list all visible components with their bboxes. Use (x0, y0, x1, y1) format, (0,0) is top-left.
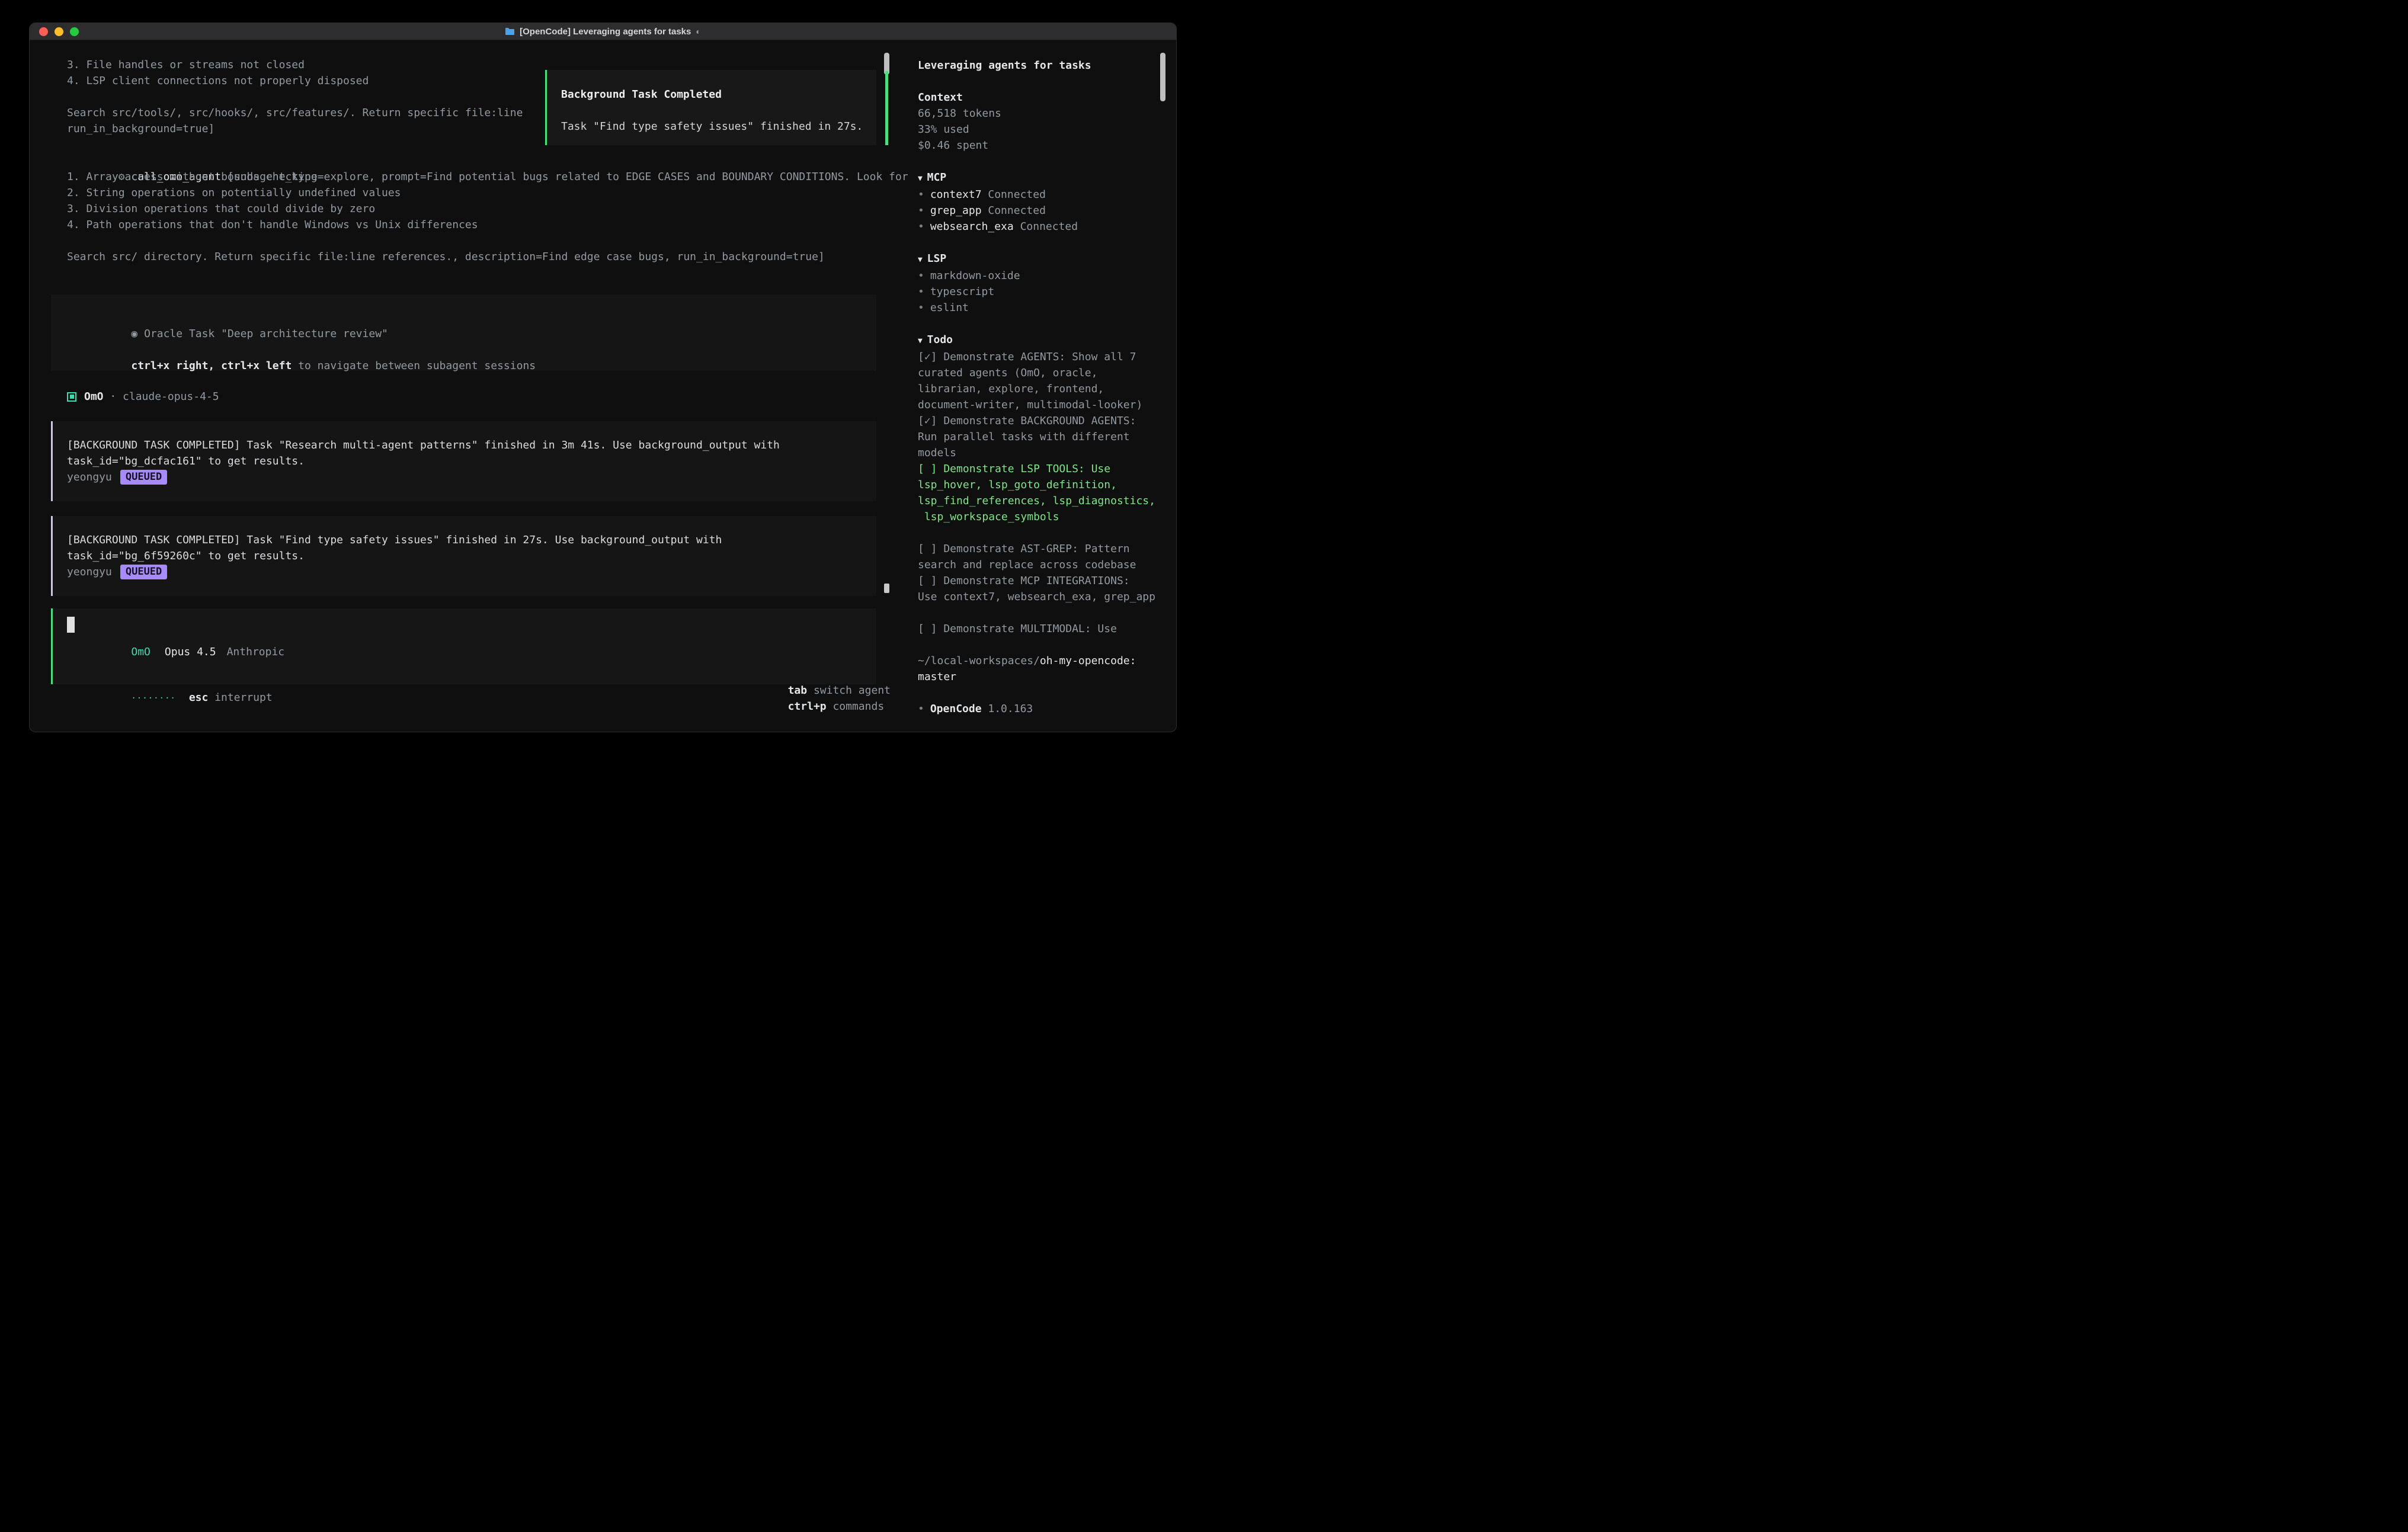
status-bar: ········esc interrupt tab switch agent c… (67, 690, 891, 706)
lsp-item: •markdown-oxide (918, 268, 1160, 284)
mcp-section-heading[interactable]: ▼ MCP (918, 169, 1160, 187)
terminal-line: 2. String operations on potentially unde… (67, 185, 907, 201)
status-badge: QUEUED (120, 565, 167, 579)
tool-call-args: [subagent_type=explore, prompt=Find pote… (221, 171, 908, 183)
terminal-line: 3. Division operations that could divide… (67, 201, 907, 217)
toast-body: Task "Find type safety issues" finished … (561, 118, 861, 134)
oracle-task-panel[interactable]: ◉ Oracle Task "Deep architecture review"… (51, 294, 876, 371)
todo-item: [✓] Demonstrate AGENTS: Show all 7 curat… (918, 349, 1160, 413)
tab-key-hint: tab (788, 684, 808, 697)
mcp-item: •grep_app Connected (918, 203, 1160, 219)
oracle-task-title: Oracle Task "Deep architecture review" (144, 328, 388, 340)
background-task-message: [BACKGROUND TASK COMPLETED] Task "Resear… (51, 421, 876, 501)
commands-key-label: commands (827, 700, 885, 713)
minimize-button[interactable] (55, 27, 63, 36)
chevron-down-icon: ▼ (918, 174, 927, 183)
session-sidebar: Leveraging agents for tasks Context 66,5… (907, 40, 1176, 731)
terminal-main-pane: 3. File handles or streams not closed 4.… (30, 40, 907, 731)
sidebar-scrollbar-thumb[interactable] (1160, 53, 1165, 101)
lsp-section-heading[interactable]: ▼ LSP (918, 251, 1160, 268)
main-scrollbar-highlight (885, 71, 888, 145)
lsp-item: •typescript (918, 284, 1160, 300)
message-line: task_id="bg_6f59260c" to get results. (67, 548, 876, 564)
context-spent: $0.46 spent (918, 137, 1160, 153)
context-heading: Context (918, 89, 1160, 105)
prompt-input[interactable]: OmO Opus 4.5 Anthropic (51, 608, 876, 684)
message-line: task_id="bg_dcfac161" to get results. (67, 453, 876, 469)
esc-key-label: interrupt (208, 691, 272, 704)
commands-key-hint: ctrl+p (788, 700, 827, 713)
bullet-icon: • (918, 220, 924, 233)
message-user: yeongyu (67, 564, 112, 580)
bullet-icon: • (918, 703, 924, 715)
agent-checkbox-icon (67, 392, 76, 402)
input-provider-name: Anthropic (227, 646, 285, 658)
agent-name: OmO (84, 389, 104, 405)
message-user: yeongyu (67, 469, 112, 485)
todo-item: [ ] Demonstrate MULTIMODAL: Use (918, 621, 1160, 637)
bullet-icon: • (918, 302, 924, 314)
background-task-message: [BACKGROUND TASK COMPLETED] Task "Find t… (51, 516, 876, 596)
window-title-text: [OpenCode] Leveraging agents for tasks (520, 27, 691, 37)
folder-icon (505, 27, 515, 36)
toast-notification[interactable]: Background Task Completed Task "Find typ… (545, 70, 876, 145)
tool-call-line: ⚙ call_omo_agent [subagent_type=explore,… (67, 153, 907, 169)
bullet-icon: • (918, 270, 924, 282)
context-tokens: 66,518 tokens (918, 105, 1160, 121)
navigation-hint-keys: ctrl+x right, ctrl+x left (131, 360, 292, 372)
version-line: • OpenCode 1.0.163 (918, 701, 1160, 717)
workspace-path: ~/local-workspaces/oh-my-opencode: (918, 653, 1160, 669)
todo-item: [ ] Demonstrate AST-GREP: Pattern search… (918, 541, 1160, 573)
terminal-line: 4. Path operations that don't handle Win… (67, 217, 907, 233)
lsp-item: •eslint (918, 300, 1160, 316)
traffic-lights (39, 23, 79, 40)
agent-header: OmO · claude-opus-4-5 (67, 389, 907, 405)
esc-key-hint: esc (189, 691, 209, 704)
mcp-item: •context7 Connected (918, 187, 1160, 203)
activity-dots-icon: ········ (131, 694, 175, 703)
terminal-line: Search src/ directory. Return specific f… (67, 249, 907, 265)
terminal-line (67, 233, 907, 249)
app-version: 1.0.163 (982, 703, 1033, 715)
input-status-line: OmO Opus 4.5 Anthropic (67, 628, 284, 676)
terminal-window: [OpenCode] Leveraging agents for tasks ◐… (30, 23, 1176, 732)
todo-item: [ ] Demonstrate LSP TOOLS: Use lsp_hover… (918, 461, 1160, 525)
main-scrollbar-mark[interactable] (884, 584, 889, 593)
window-titlebar[interactable]: [OpenCode] Leveraging agents for tasks ◐ (30, 23, 1176, 40)
chevron-down-icon: ▼ (918, 336, 927, 345)
bullet-icon: • (918, 286, 924, 298)
mcp-item: •websearch_exa Connected (918, 219, 1160, 235)
todo-item: [✓] Demonstrate BACKGROUND AGENTS: Run p… (918, 413, 1160, 461)
app-name: OpenCode (930, 703, 982, 715)
input-model-name: Opus 4.5 (165, 646, 216, 658)
oracle-icon: ◉ (131, 328, 144, 340)
status-badge: QUEUED (120, 470, 167, 485)
navigation-hint-text: to navigate between subagent sessions (292, 360, 536, 372)
agent-model: · claude-opus-4-5 (104, 389, 219, 405)
sidebar-session-title: Leveraging agents for tasks (918, 57, 1160, 73)
todo-section-heading[interactable]: ▼ Todo (918, 332, 1160, 349)
message-line: [BACKGROUND TASK COMPLETED] Task "Resear… (67, 437, 876, 453)
bullet-icon: • (918, 188, 924, 201)
todo-item: [ ] Demonstrate MCP INTEGRATIONS: Use co… (918, 573, 1160, 605)
input-agent-name: OmO (131, 646, 150, 658)
tab-key-label: switch agent (807, 684, 891, 697)
bullet-icon: • (918, 204, 924, 217)
spinner-icon: ◐ (696, 27, 700, 36)
context-used: 33% used (918, 121, 1160, 137)
message-line: [BACKGROUND TASK COMPLETED] Task "Find t… (67, 532, 876, 548)
close-button[interactable] (39, 27, 48, 36)
toast-title: Background Task Completed (561, 86, 861, 102)
workspace-branch: master (918, 669, 1160, 685)
window-title: [OpenCode] Leveraging agents for tasks ◐ (505, 27, 701, 37)
maximize-button[interactable] (70, 27, 79, 36)
chevron-down-icon: ▼ (918, 255, 927, 264)
